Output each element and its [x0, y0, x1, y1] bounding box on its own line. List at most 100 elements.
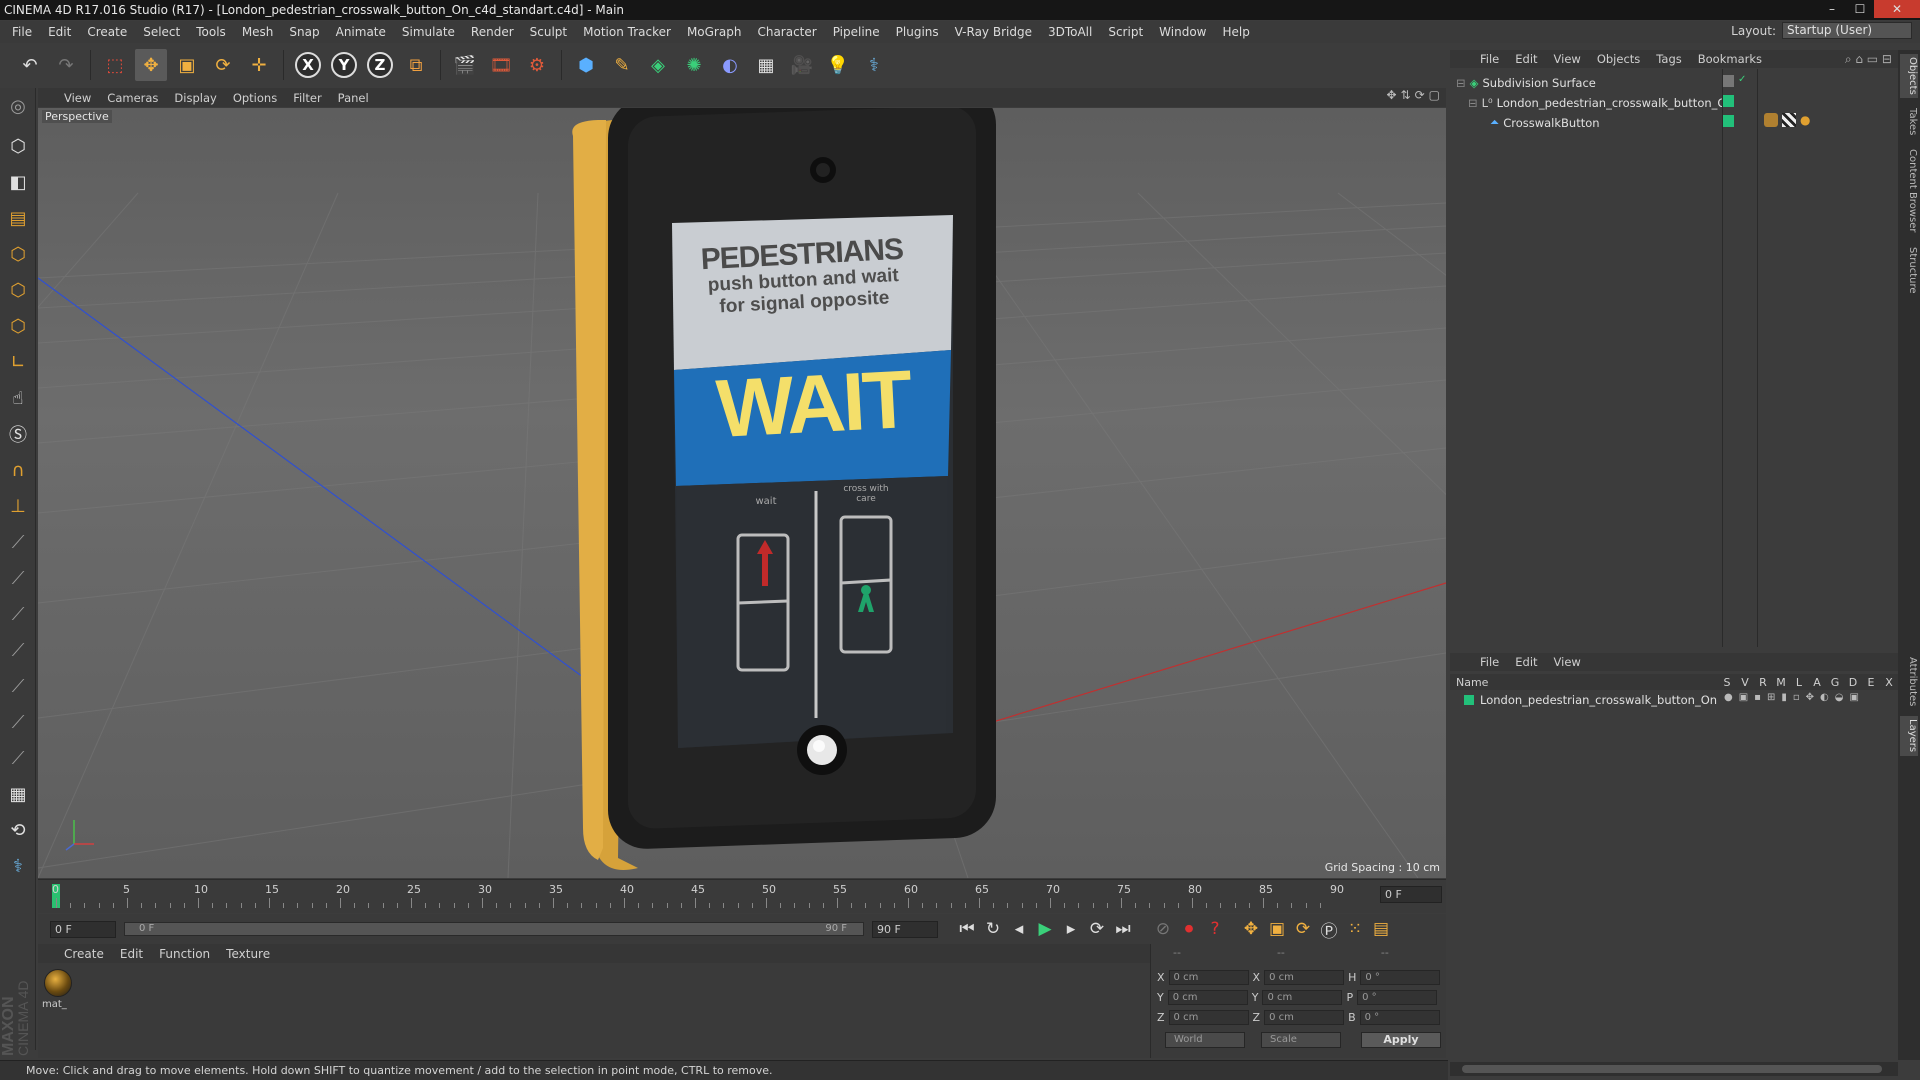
render-to-picture-viewer-icon[interactable]: 🎞 [485, 49, 517, 81]
layers-scrollbar[interactable] [1450, 1062, 1898, 1076]
apply-button[interactable]: Apply [1361, 1032, 1441, 1048]
viewport-menu-cameras[interactable]: Cameras [99, 91, 166, 105]
brush-icon-4[interactable]: ⟋ [0, 632, 36, 668]
layout-dropdown[interactable]: Startup (User) [1782, 22, 1912, 39]
brush-icon-7[interactable]: ⟋ [0, 740, 36, 776]
menu-plugins[interactable]: Plugins [888, 25, 947, 39]
material-swatch[interactable] [44, 969, 72, 997]
material-menu-edit[interactable]: Edit [112, 947, 151, 961]
dolly-icon[interactable]: ⇅ [1401, 88, 1411, 102]
layer-flag-view[interactable]: V [1736, 676, 1754, 689]
minimize-button[interactable]: – [1818, 0, 1846, 18]
pan-icon[interactable]: ✥ [1386, 88, 1396, 102]
objects-menu-tags[interactable]: Tags [1648, 52, 1689, 66]
menu-motion-tracker[interactable]: Motion Tracker [575, 25, 679, 39]
edges-mode-icon[interactable]: ⬡ [0, 272, 36, 308]
key-rotation-icon[interactable]: ⟳ [1290, 916, 1316, 942]
viewport-perspective[interactable]: PEDESTRIANS push button and wait for sig… [38, 108, 1446, 878]
workplane-icon[interactable]: ▤ [0, 200, 36, 236]
objects-menu-bookmarks[interactable]: Bookmarks [1690, 52, 1770, 66]
autokey-icon[interactable]: ? [1202, 916, 1228, 942]
viewport-menu-panel[interactable]: Panel [330, 91, 377, 105]
locked-workplane-icon[interactable]: ⊥ [0, 488, 36, 524]
layer-row[interactable]: London_pedestrian_crosswalk_button_On [1464, 691, 1717, 708]
light-icon[interactable]: 💡 [822, 49, 854, 81]
menu-pipeline[interactable]: Pipeline [825, 25, 888, 39]
collapse-icon[interactable]: ⊟ [1456, 76, 1466, 90]
menu-animate[interactable]: Animate [328, 25, 394, 39]
go-to-end-icon[interactable]: ⏭ [1110, 916, 1136, 942]
redo-icon[interactable]: ↷ [50, 49, 82, 81]
size-x-field[interactable]: 0 cm [1264, 970, 1345, 985]
y-axis-icon[interactable]: Y [328, 49, 360, 81]
menu-snap[interactable]: Snap [281, 25, 327, 39]
position-y-field[interactable]: 0 cm [1167, 990, 1248, 1005]
edit-render-settings-icon[interactable]: ⚙ [521, 49, 553, 81]
maximize-view-icon[interactable]: ▢ [1429, 88, 1440, 102]
tab-takes[interactable]: Takes [1900, 104, 1918, 140]
coordinate-mode-dropdown[interactable]: World [1165, 1032, 1245, 1048]
cube-icon[interactable]: ⬢ [570, 49, 602, 81]
frame-range-slider[interactable]: 0 F 90 F [124, 922, 864, 936]
play-icon[interactable]: ▶ [1032, 916, 1058, 942]
layer-color-swatch[interactable] [1464, 694, 1474, 705]
tab-layers[interactable]: Layers [1900, 716, 1918, 756]
z-axis-icon[interactable]: Z [364, 49, 396, 81]
object-row-london[interactable]: ⊟ L⁰ London_pedestrian_crosswalk_button_… [1468, 94, 1734, 111]
array-icon[interactable]: ✺ [678, 49, 710, 81]
key-parameter-icon[interactable]: Ⓟ [1316, 916, 1342, 942]
transform-icon[interactable]: ✛ [243, 49, 275, 81]
rotation-p-field[interactable]: 0 ° [1357, 990, 1438, 1005]
points-mode-icon[interactable]: ⬡ [0, 236, 36, 272]
record-icon[interactable]: ⏺ [1176, 916, 1202, 942]
texture-mode-icon[interactable]: ◧ [0, 164, 36, 200]
viewport-menu-display[interactable]: Display [166, 91, 224, 105]
brush-icon-3[interactable]: ⟋ [0, 596, 36, 632]
tab-objects[interactable]: Objects [1900, 54, 1918, 98]
timeline-window-icon[interactable]: ▤ [1368, 916, 1394, 942]
viewport-menu-options[interactable]: Options [225, 91, 285, 105]
scale-icon[interactable]: ▣ [171, 49, 203, 81]
key-position-icon[interactable]: ✥ [1238, 916, 1264, 942]
subdivision-surface-icon[interactable]: ◈ [642, 49, 674, 81]
objects-menu-edit[interactable]: Edit [1507, 52, 1545, 66]
brush-icon-5[interactable]: ⟋ [0, 668, 36, 704]
magnet-icon[interactable]: ∩ [0, 452, 36, 488]
pen-spline-icon[interactable]: ✎ [606, 49, 638, 81]
rotate-icon[interactable]: ⟳ [207, 49, 239, 81]
python-script-icon[interactable]: ⚕ [0, 848, 36, 884]
menu-window[interactable]: Window [1151, 25, 1214, 39]
python-icon[interactable]: ⚕ [858, 49, 890, 81]
rotation-h-field[interactable]: 0 ° [1360, 970, 1441, 985]
texture-tag-icon[interactable] [1782, 113, 1796, 127]
brush-icon-6[interactable]: ⟋ [0, 704, 36, 740]
size-y-field[interactable]: 0 cm [1262, 990, 1343, 1005]
camera-icon[interactable]: 🎥 [786, 49, 818, 81]
floor-icon[interactable]: ▦ [750, 49, 782, 81]
tab-attributes[interactable]: Attributes [1900, 654, 1918, 710]
objects-search-icon[interactable]: ⌕ ⌂ ▭ ⊟ [1845, 52, 1892, 67]
viewport-menu-filter[interactable]: Filter [285, 91, 329, 105]
key-pla-icon[interactable]: ⁙ [1342, 916, 1368, 942]
tab-structure[interactable]: Structure [1900, 244, 1918, 296]
timeline-ruler[interactable]: 0 5 10 15 20 25 30 35 40 45 50 55 60 65 70 75 80 85 90 [50, 880, 1368, 910]
brush-icon-2[interactable]: ⟋ [0, 560, 36, 596]
maximize-button[interactable]: ☐ [1846, 0, 1874, 18]
tab-content-browser[interactable]: Content Browser [1900, 146, 1918, 236]
menu-character[interactable]: Character [749, 25, 824, 39]
end-frame-field[interactable]: 90 F [872, 920, 938, 938]
polygons-mode-icon[interactable]: ⬡ [0, 308, 36, 344]
undo-icon[interactable]: ↶ [14, 49, 46, 81]
size-z-field[interactable]: 0 cm [1264, 1010, 1345, 1025]
layer-flag-deformers[interactable]: D [1844, 676, 1862, 689]
position-z-field[interactable]: 0 cm [1168, 1010, 1249, 1025]
material-tag-icon[interactable] [1764, 113, 1778, 127]
layers-menu-file[interactable]: File [1472, 655, 1507, 669]
layer-flag-icons[interactable]: ●▣▪⊞▮▫✥◐◒▣ [1724, 692, 1865, 703]
scrollbar-thumb[interactable] [1462, 1065, 1882, 1073]
material-menu-texture[interactable]: Texture [218, 947, 278, 961]
menu-render[interactable]: Render [463, 25, 522, 39]
menu-tools[interactable]: Tools [188, 25, 234, 39]
menu-script[interactable]: Script [1100, 25, 1151, 39]
orbit-icon[interactable]: ⟳ [1415, 88, 1425, 102]
